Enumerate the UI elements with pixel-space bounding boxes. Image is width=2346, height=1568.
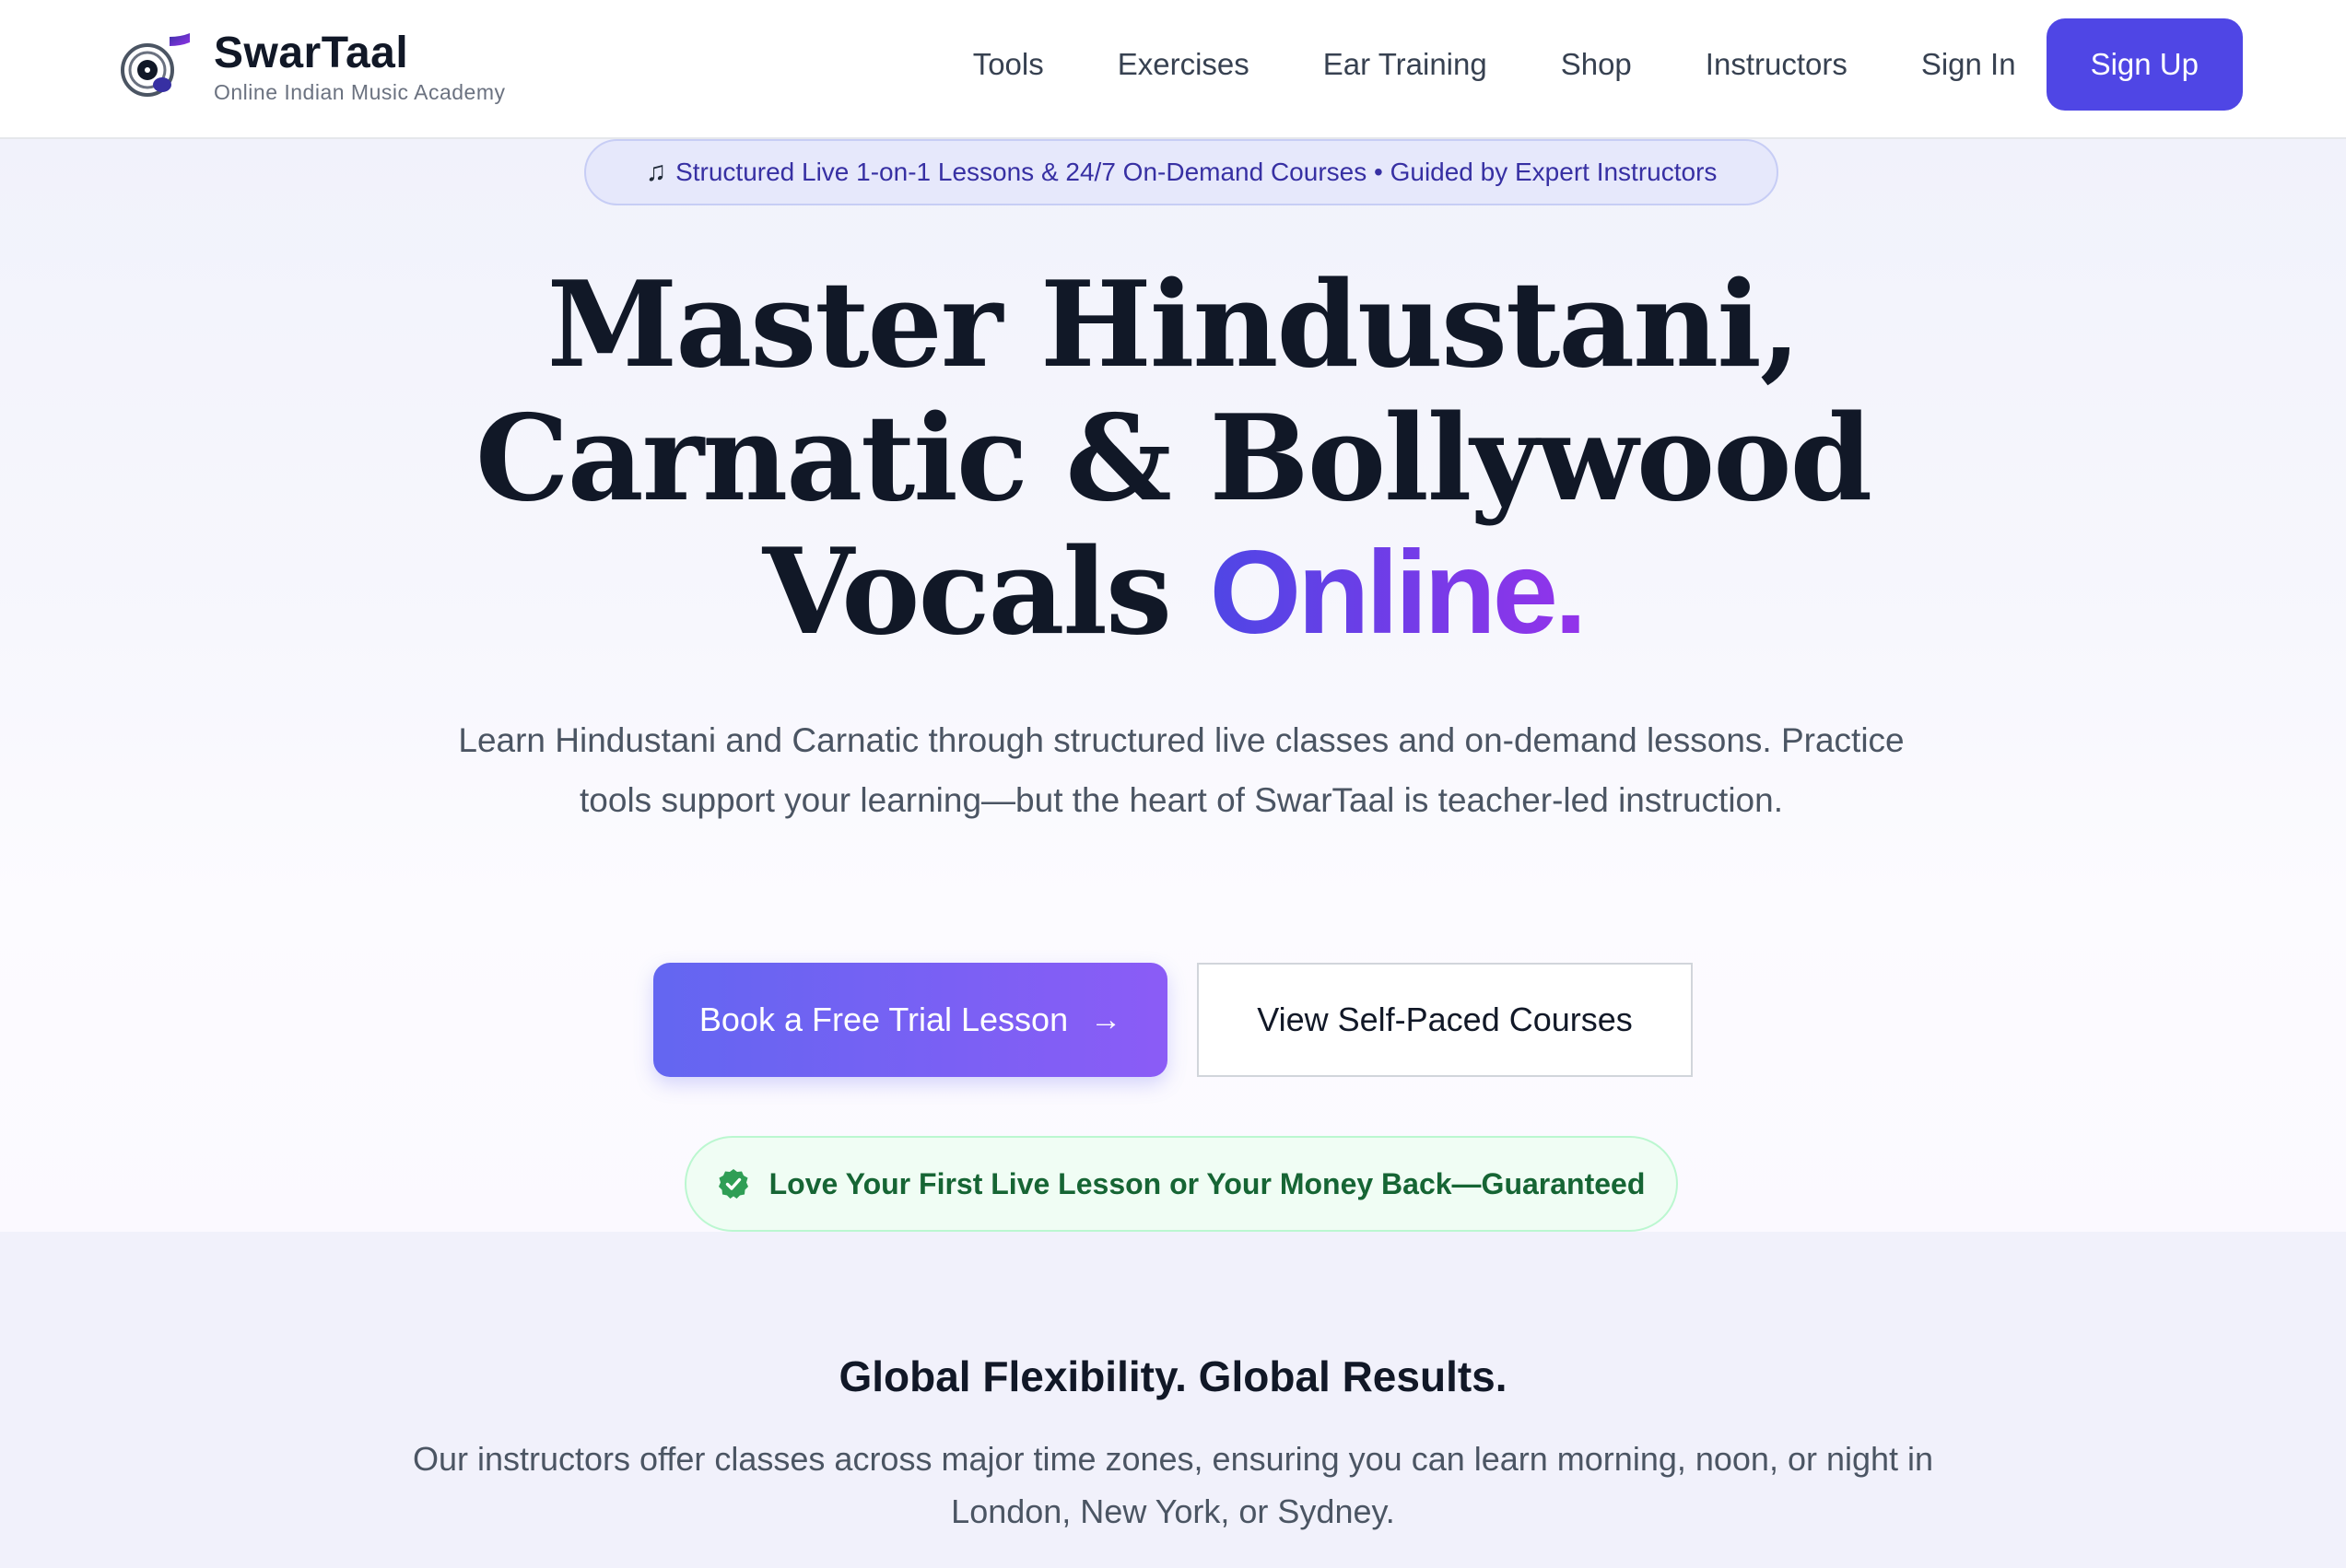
cta-row: Book a Free Trial Lesson → View Self-Pac… — [0, 963, 2346, 1077]
features-pill: ♫ Structured Live 1-on-1 Lessons & 24/7 … — [584, 139, 1778, 205]
nav-link-exercises[interactable]: Exercises — [1118, 47, 1249, 82]
hero-headline: Master Hindustani, Carnatic & Bollywood … — [0, 259, 2346, 660]
global-flexibility-section: Global Flexibility. Global Results. Our … — [0, 1232, 2346, 1568]
guarantee-text: Love Your First Live Lesson or Your Mone… — [768, 1166, 1646, 1200]
global-section-text: Our instructors offer classes across maj… — [412, 1440, 1934, 1530]
sign-up-button[interactable]: Sign Up — [2046, 18, 2243, 111]
brand-tagline: Online Indian Music Academy — [214, 80, 506, 104]
headline-line-3: Vocals — [762, 523, 1172, 661]
hero-section: ♫ Structured Live 1-on-1 Lessons & 24/7 … — [0, 139, 2346, 1232]
headline-accent: Online. — [1209, 527, 1588, 659]
nav-link-instructors[interactable]: Instructors — [1706, 47, 1847, 82]
music-note-icon: ♫ — [645, 157, 667, 187]
main-nav: Tools Exercises Ear Training Shop Instru… — [973, 18, 2243, 111]
headline-line-2: Carnatic & Bollywood — [475, 390, 1872, 528]
book-trial-label: Book a Free Trial Lesson — [698, 1000, 1069, 1038]
sign-in-link[interactable]: Sign In — [1921, 47, 2016, 82]
headline-line-1: Master Hindustani, — [546, 256, 1801, 394]
features-pill-text: Structured Live 1-on-1 Lessons & 24/7 On… — [675, 158, 1718, 186]
brand-name: SwarTaal — [214, 29, 409, 77]
brand-logo-link[interactable]: SwarTaal Online Indian Music Academy — [120, 28, 506, 105]
money-back-badge: Love Your First Live Lesson or Your Mone… — [685, 1136, 1678, 1232]
music-disc-logo-icon — [121, 33, 190, 97]
view-courses-button[interactable]: View Self-Paced Courses — [1197, 963, 1693, 1077]
site-header: SwarTaal Online Indian Music Academy Too… — [0, 0, 2346, 139]
check-badge-icon — [718, 1169, 748, 1199]
book-trial-button[interactable]: Book a Free Trial Lesson → — [653, 963, 1167, 1077]
nav-link-tools[interactable]: Tools — [973, 47, 1044, 82]
hero-subtext: Learn Hindustani and Carnatic through st… — [458, 721, 1905, 819]
nav-link-shop[interactable]: Shop — [1561, 47, 1632, 82]
nav-link-ear-training[interactable]: Ear Training — [1323, 47, 1487, 82]
arrow-right-icon: → — [1090, 1001, 1122, 1037]
global-section-title: Global Flexibility. Global Results. — [839, 1352, 1507, 1400]
